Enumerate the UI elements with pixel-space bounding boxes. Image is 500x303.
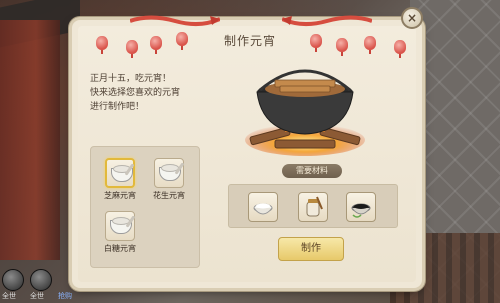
recipe-name: 芝麻元宵: [104, 191, 136, 200]
hud-slot-label: 全世: [2, 292, 16, 300]
recipe-sugar[interactable]: 白糖元宵: [96, 211, 144, 254]
make-button[interactable]: 制作: [278, 237, 344, 261]
recipe-slot: [105, 211, 136, 241]
avatar-icon: [30, 269, 52, 291]
dialog-description: 正月十五，吃元宵！ 快来选择您喜欢的元宵 进行制作吧！: [90, 72, 220, 114]
material-slot-rice-flour[interactable]: [248, 192, 278, 222]
dialog-title: 制作元宵: [223, 34, 276, 48]
bottom-left-hud: 全世 全世 抢购: [2, 269, 72, 301]
hud-link[interactable]: 抢购: [58, 291, 72, 301]
hud-slot-label: 全世: [30, 292, 44, 300]
material-slot-sugar[interactable]: [298, 192, 328, 222]
recipe-slot: [154, 158, 185, 188]
recipe-peanut[interactable]: 花生元宵: [145, 158, 193, 201]
avatar-icon: [2, 269, 24, 291]
cooking-pot-illustration: [245, 69, 365, 156]
recipe-sesame[interactable]: 芝麻元宵: [96, 158, 144, 201]
sesame-bowl-icon: [351, 203, 371, 218]
red-ribbon-decoration: [282, 15, 372, 26]
red-ribbon-decoration: [130, 15, 220, 26]
description-line: 正月十五，吃元宵！: [90, 74, 172, 84]
close-icon: ×: [406, 11, 418, 25]
recipe-name: 花生元宵: [153, 191, 185, 200]
description-line: 快来选择您喜欢的元宵: [90, 88, 181, 98]
material-slot-sesame[interactable]: [346, 192, 376, 222]
description-line: 进行制作吧！: [90, 102, 145, 112]
rice-flour-bowl-icon: [253, 203, 273, 215]
close-button[interactable]: ×: [401, 7, 423, 29]
materials-label: 需要材料: [282, 164, 342, 178]
recipe-slot: [105, 158, 135, 188]
recipe-name: 白糖元宵: [104, 244, 136, 253]
hud-slot-1[interactable]: 全世: [2, 269, 24, 301]
red-pavilion: [0, 20, 60, 260]
hud-slot-2[interactable]: 全世: [30, 269, 52, 301]
sugar-jar-icon: [306, 196, 323, 217]
